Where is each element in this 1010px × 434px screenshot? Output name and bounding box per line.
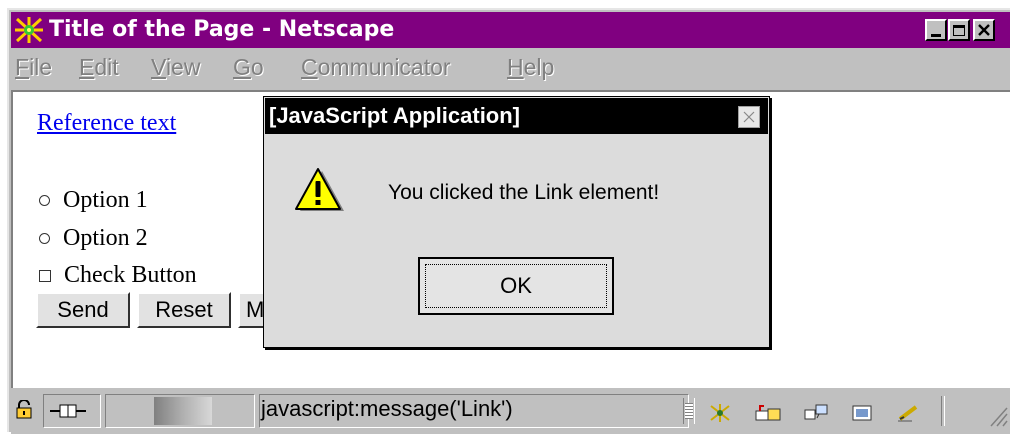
- menu-bar: File Edit View Go Communicator Help: [11, 50, 1010, 88]
- connection-icon: [50, 404, 86, 418]
- close-button[interactable]: [973, 19, 995, 41]
- radio-label: Option 1: [63, 187, 148, 213]
- composer-icon[interactable]: [847, 402, 877, 424]
- minimize-icon: [931, 33, 941, 37]
- discussions-icon[interactable]: [801, 402, 831, 424]
- dialog-title: [JavaScript Application]: [269, 103, 521, 128]
- resize-grip-icon[interactable]: [987, 404, 1009, 428]
- security-lock-icon[interactable]: [15, 399, 35, 425]
- edit-icon[interactable]: [895, 402, 925, 424]
- component-bar-grip[interactable]: [683, 398, 695, 424]
- checkbox-row[interactable]: Check Button: [39, 262, 197, 289]
- focus-rectangle: [425, 264, 607, 308]
- netscape-app-icon[interactable]: [13, 15, 45, 45]
- progress-bar: [105, 394, 255, 428]
- status-divider: [941, 396, 945, 426]
- menu-file[interactable]: File: [15, 54, 52, 81]
- warning-icon: [295, 168, 344, 211]
- menu-view[interactable]: View: [151, 54, 200, 81]
- radio-button[interactable]: [39, 195, 50, 206]
- close-icon: [743, 111, 755, 123]
- status-text: javascript:message('Link'): [261, 396, 513, 421]
- status-bar: javascript:message('Link'): [11, 390, 1010, 434]
- close-icon: [978, 24, 990, 36]
- window-title: Title of the Page - Netscape: [49, 17, 395, 42]
- title-bar: Title of the Page - Netscape: [11, 12, 1010, 48]
- reset-button[interactable]: Reset: [137, 292, 231, 328]
- send-button[interactable]: Send: [36, 292, 130, 328]
- dialog-close-button[interactable]: [738, 106, 760, 128]
- connection-indicator: [43, 394, 101, 428]
- checkbox[interactable]: [39, 269, 51, 282]
- menu-help[interactable]: Help: [507, 54, 554, 81]
- progress-fill: [154, 397, 212, 425]
- navigator-icon[interactable]: [705, 402, 735, 424]
- menu-go[interactable]: Go: [233, 54, 264, 81]
- reference-link[interactable]: Reference text: [37, 110, 176, 137]
- dialog-message: You clicked the Link element!: [388, 181, 660, 204]
- mailbox-icon[interactable]: [753, 402, 783, 424]
- menu-communicator[interactable]: Communicator: [301, 54, 451, 81]
- checkbox-label: Check Button: [64, 262, 197, 288]
- maximize-button[interactable]: [948, 19, 970, 41]
- radio-label: Option 2: [63, 225, 148, 251]
- dialog-title-bar: [JavaScript Application]: [265, 98, 768, 134]
- radio-option-1[interactable]: Option 1: [39, 187, 148, 214]
- maximize-icon: [953, 24, 965, 36]
- ok-button[interactable]: OK: [418, 257, 614, 315]
- minimize-button[interactable]: [925, 19, 947, 41]
- alert-dialog: [JavaScript Application] You clicked the…: [263, 96, 770, 348]
- radio-option-2[interactable]: Option 2: [39, 225, 148, 252]
- radio-button[interactable]: [39, 233, 50, 244]
- menu-edit[interactable]: Edit: [79, 54, 119, 81]
